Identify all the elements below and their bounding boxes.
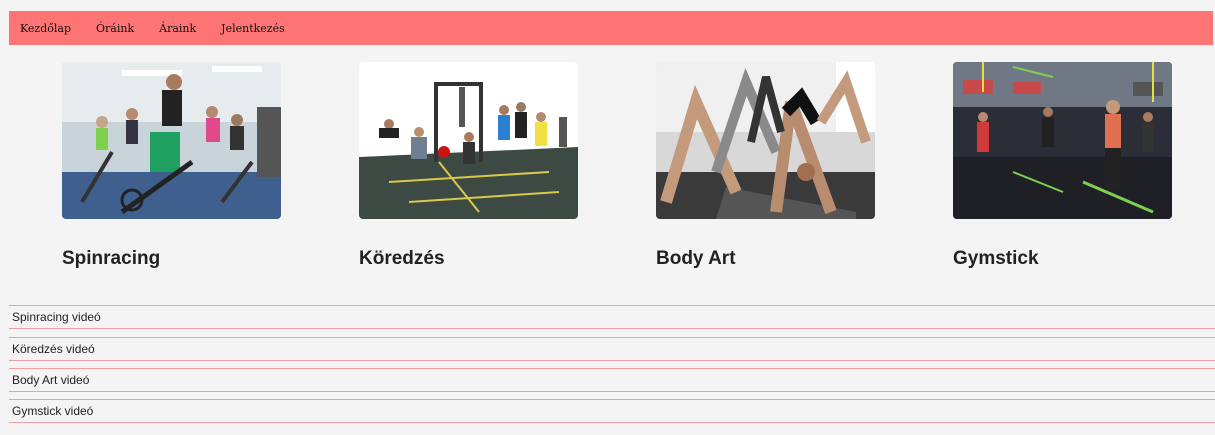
koredzes-photo [359,62,578,219]
video-row-gymstick[interactable]: Gymstick videó [9,399,1215,423]
nav-link-home[interactable]: Kezdőlap [20,22,71,35]
class-card-spinracing: Spinracing [62,62,281,269]
video-row-body-art[interactable]: Body Art videó [9,368,1215,392]
video-row-spinracing[interactable]: Spinracing videó [9,305,1215,329]
nav-link-classes[interactable]: Óráink [96,22,134,35]
class-title: Body Art [656,248,736,269]
class-card-koredzes: Köredzés [359,62,578,269]
gymstick-photo [953,62,1172,219]
class-title: Köredzés [359,248,445,269]
class-card-gymstick: Gymstick [953,62,1172,269]
video-row-koredzes[interactable]: Köredzés videó [9,337,1215,361]
body-art-photo [656,62,875,219]
nav-link-prices[interactable]: Áraink [159,22,196,35]
class-title: Spinracing [62,248,161,269]
top-navbar: Kezdőlap Óráink Áraink Jelentkezés [9,11,1213,45]
class-title: Gymstick [953,248,1039,269]
nav-link-signup[interactable]: Jelentkezés [221,22,285,35]
class-card-body-art: Body Art [656,62,875,269]
spinracing-photo [62,62,281,219]
